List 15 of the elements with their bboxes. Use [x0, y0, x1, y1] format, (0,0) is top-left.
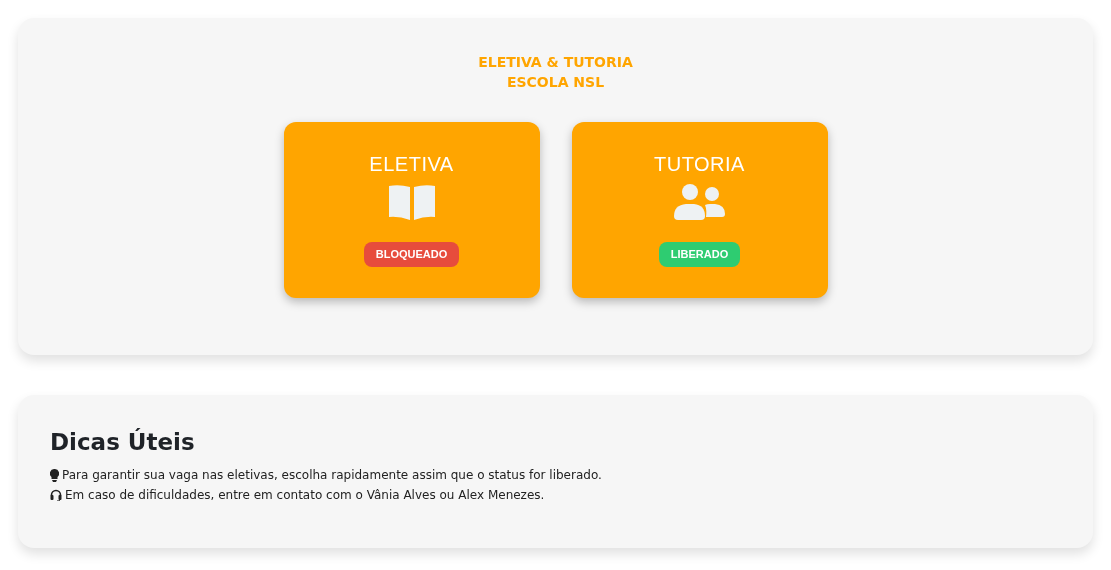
tip-text: Para garantir sua vaga nas eletivas, escolha rapidamente assim que o status for liberado.	[62, 467, 602, 484]
book-icon	[388, 184, 435, 220]
headset-icon	[50, 489, 62, 501]
status-badge: LIBERADO	[658, 242, 741, 267]
module-card[interactable]: ELETIVA BLOQUEADO	[283, 122, 540, 298]
section-heading: Dicas Úteis	[50, 427, 196, 457]
status-badge: BLOQUEADO	[363, 242, 460, 267]
users-icon	[674, 184, 725, 220]
lightbulb-icon	[50, 468, 59, 482]
page-title: ESCOLA NSL	[506, 73, 605, 92]
page-title: ELETIVA & TUTORIA	[478, 53, 633, 72]
card-title: ELETIVA	[369, 152, 454, 176]
tip-text: Em caso de dificuldades, entre em contato com o Vânia Alves ou Alex Menezes.	[65, 487, 545, 504]
module-card[interactable]: TUTORIA LIBERADO	[571, 122, 828, 298]
card-title: TUTORIA	[654, 152, 745, 176]
